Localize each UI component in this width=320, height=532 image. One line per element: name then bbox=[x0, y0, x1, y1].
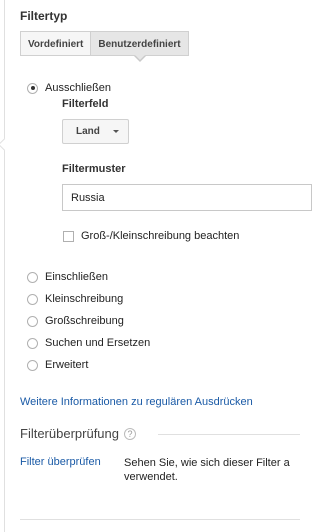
regex-info-link[interactable]: Weitere Informationen zu regulären Ausdr… bbox=[20, 396, 253, 408]
radio-exclude[interactable] bbox=[27, 82, 38, 94]
bottom-divider bbox=[20, 519, 300, 520]
filter-field-dropdown[interactable]: Land bbox=[62, 119, 129, 144]
case-sensitive-checkbox[interactable] bbox=[63, 230, 74, 242]
radio-search-replace[interactable] bbox=[27, 337, 38, 349]
option-lowercase-label: Kleinschreibung bbox=[45, 293, 124, 305]
option-exclude[interactable]: Ausschließen bbox=[27, 82, 111, 94]
verification-description: Sehen Sie, wie sich dieser Filter a verw… bbox=[124, 457, 290, 483]
option-include-label: Einschließen bbox=[45, 271, 108, 283]
option-advanced[interactable]: Erweitert bbox=[27, 359, 88, 371]
panel-notch bbox=[0, 138, 11, 151]
verify-filter-link[interactable]: Filter überprüfen bbox=[20, 456, 101, 468]
option-uppercase[interactable]: Großschreibung bbox=[27, 315, 124, 327]
tab-predefined[interactable]: Vordefiniert bbox=[20, 31, 92, 56]
verification-heading: Filterüberprüfung ? bbox=[20, 426, 136, 441]
filter-pattern-input[interactable] bbox=[62, 184, 312, 211]
tab-custom[interactable]: Benutzerdefiniert bbox=[91, 31, 189, 56]
chevron-down-icon bbox=[112, 130, 119, 133]
radio-uppercase[interactable] bbox=[27, 315, 38, 327]
filter-pattern-label: Filtermuster bbox=[62, 163, 126, 175]
option-advanced-label: Erweitert bbox=[45, 359, 89, 371]
filter-type-tabs: Vordefiniert Benutzerdefiniert bbox=[20, 31, 189, 56]
option-uppercase-label: Großschreibung bbox=[45, 315, 124, 327]
left-border bbox=[4, 0, 5, 532]
option-exclude-label: Ausschließen bbox=[45, 82, 112, 94]
active-tab-pointer bbox=[134, 55, 146, 62]
radio-include[interactable] bbox=[27, 271, 38, 283]
case-sensitive-option[interactable]: Groß-/Kleinschreibung beachten bbox=[63, 230, 239, 242]
radio-advanced[interactable] bbox=[27, 359, 38, 371]
filter-type-title: Filtertyp bbox=[20, 9, 68, 23]
option-search-replace[interactable]: Suchen und Ersetzen bbox=[27, 337, 150, 349]
option-search-replace-label: Suchen und Ersetzen bbox=[45, 337, 151, 349]
filter-field-value: Land bbox=[76, 126, 100, 137]
filter-field-label: Filterfeld bbox=[62, 98, 109, 110]
option-include[interactable]: Einschließen bbox=[27, 271, 108, 283]
help-icon[interactable]: ? bbox=[124, 427, 136, 440]
option-lowercase[interactable]: Kleinschreibung bbox=[27, 293, 123, 305]
verification-heading-text: Filterüberprüfung bbox=[20, 426, 119, 441]
case-sensitive-label: Groß-/Kleinschreibung beachten bbox=[81, 230, 240, 242]
heading-divider bbox=[158, 434, 300, 435]
radio-lowercase[interactable] bbox=[27, 293, 38, 305]
